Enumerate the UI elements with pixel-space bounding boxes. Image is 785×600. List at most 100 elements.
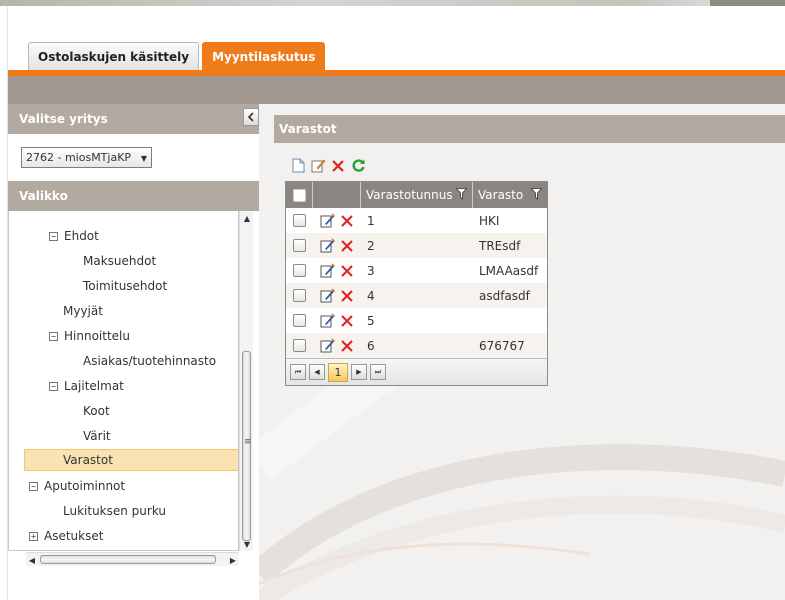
collapse-icon[interactable]: − [49,331,58,341]
tree-item-varit[interactable]: Värit [83,425,111,447]
collapse-panel-button[interactable] [243,108,259,126]
delete-button[interactable] [329,157,347,174]
scroll-right-arrow-icon[interactable]: ▶ [227,553,239,567]
table-row[interactable]: 1 HKI [286,208,547,233]
tree-item-label: Toimitusehdot [83,279,168,293]
next-page-icon[interactable]: ▶ [351,364,367,380]
filter-icon[interactable] [531,188,542,200]
filter-icon[interactable] [456,188,467,200]
last-page-icon[interactable]: ⏭ [370,364,386,380]
row-edit-button[interactable] [320,263,335,278]
row-actions [313,333,361,358]
row-checkbox[interactable] [293,314,306,327]
table-row[interactable]: 3 LMAAasdf [286,258,547,283]
row-delete-button[interactable] [340,264,354,278]
current-page-button[interactable]: 1 [328,362,348,382]
company-select-value: 2762 - miosMTjaKP [26,151,132,164]
tree-item-label: Hinnoittelu [64,329,130,343]
row-delete-button[interactable] [340,214,354,228]
tree-item-hinnoittelu[interactable]: − Hinnoittelu [49,325,130,347]
cell-varastotunnus: 6 [367,338,375,353]
delete-icon [341,289,353,302]
column-label: Varastotunnus [366,188,453,202]
tree-item-aputoiminnot[interactable]: − Aputoiminnot [29,475,125,497]
row-actions [313,283,361,308]
cell-varasto: asdfasdf [479,288,530,303]
scroll-left-arrow-icon[interactable]: ◀ [26,553,38,567]
tree-item-maksuehdot[interactable]: Maksuehdot [83,250,156,272]
row-edit-button[interactable] [320,338,335,353]
column-header-varasto[interactable]: Varasto [473,182,547,208]
refresh-icon [352,159,365,172]
collapse-icon[interactable]: − [49,231,58,241]
left-panel: Valitse yritys 2762 - miosMTjaKP ▼ Valik… [8,104,259,600]
column-header-varastotunnus[interactable]: Varastotunnus [361,182,473,208]
refresh-button[interactable] [349,157,367,174]
row-checkbox[interactable] [293,264,306,277]
row-checkbox[interactable] [293,289,306,302]
company-header-title: Valitse yritys [19,112,108,126]
row-edit-button[interactable] [320,313,335,328]
tree-item-label: Värit [83,429,111,443]
tree-item-koot[interactable]: Koot [83,400,110,422]
table-row[interactable]: 4 asdfasdf [286,283,547,308]
edit-icon [320,263,335,278]
row-edit-button[interactable] [320,213,335,228]
cell-varastotunnus: 2 [367,238,375,253]
edit-icon [320,288,335,303]
cell-varastotunnus: 3 [367,263,375,278]
table-row[interactable]: 2 TREsdf [286,233,547,258]
select-all-checkbox[interactable] [292,188,306,202]
tree-item-toimitusehdot[interactable]: Toimitusehdot [83,275,167,297]
edit-icon [320,313,335,328]
tree-item-asiakas-tuotehinnasto[interactable]: Asiakas/tuotehinnasto [83,350,216,372]
edit-icon [320,213,335,228]
company-select[interactable]: 2762 - miosMTjaKP ▼ [21,147,152,168]
row-delete-button[interactable] [340,314,354,328]
row-edit-button[interactable] [320,238,335,253]
row-delete-button[interactable] [340,339,354,353]
new-button[interactable] [289,157,307,174]
row-checkbox[interactable] [293,339,306,352]
row-delete-button[interactable] [340,239,354,253]
prev-page-icon[interactable]: ◀ [309,364,325,380]
edit-button[interactable] [309,157,327,174]
tree-item-varastot[interactable]: Varastot [24,449,238,471]
tree-item-lajitelmat[interactable]: − Lajitelmat [49,375,124,397]
tab-myyntilaskutus[interactable]: Myyntilaskutus [202,42,326,71]
row-delete-button[interactable] [340,289,354,303]
collapse-icon[interactable]: − [49,381,58,391]
tree-item-lukituksen-purku[interactable]: Lukituksen purku [63,500,166,522]
scroll-up-arrow-icon[interactable]: ▲ [240,211,254,225]
scroll-down-arrow-icon[interactable]: ▼ [240,537,254,551]
edit-icon [311,159,325,173]
page-title: Varastot [279,122,337,136]
delete-icon [341,264,353,277]
warehouse-grid: Varastotunnus Varasto 1 HKI 2 TREsdf 3 L… [285,181,548,386]
edit-icon [320,238,335,253]
tree-item-ehdot[interactable]: − Ehdot [49,225,99,247]
table-row[interactable]: 6 676767 [286,333,547,358]
row-actions [313,308,361,333]
table-row[interactable]: 5 [286,308,547,333]
tab-ostolaskujen-kasittely[interactable]: Ostolaskujen käsittely [28,42,200,71]
expand-icon[interactable]: + [29,531,38,541]
horizontal-scroll-thumb[interactable] [40,555,216,564]
row-checkbox-cell [286,208,313,233]
vertical-scroll-thumb[interactable]: ≡ [242,351,252,541]
row-checkbox[interactable] [293,239,306,252]
row-checkbox-cell [286,258,313,283]
row-actions [313,208,361,233]
cell-varastotunnus: 5 [367,313,375,328]
delete-icon [341,239,353,252]
first-page-icon[interactable]: ⏮ [290,364,306,380]
row-edit-button[interactable] [320,288,335,303]
row-checkbox[interactable] [293,214,306,227]
menu-horizontal-scrollbar[interactable]: ◀ ▶ [26,552,239,566]
row-checkbox-cell [286,233,313,258]
tree-item-myyjat[interactable]: Myyjät [63,300,103,322]
menu-vertical-scrollbar[interactable]: ▲ ≡ ▼ [239,211,253,551]
collapse-icon[interactable]: − [29,481,38,491]
tree-item-asetukset[interactable]: + Asetukset [29,525,103,547]
delete-icon [332,159,344,172]
